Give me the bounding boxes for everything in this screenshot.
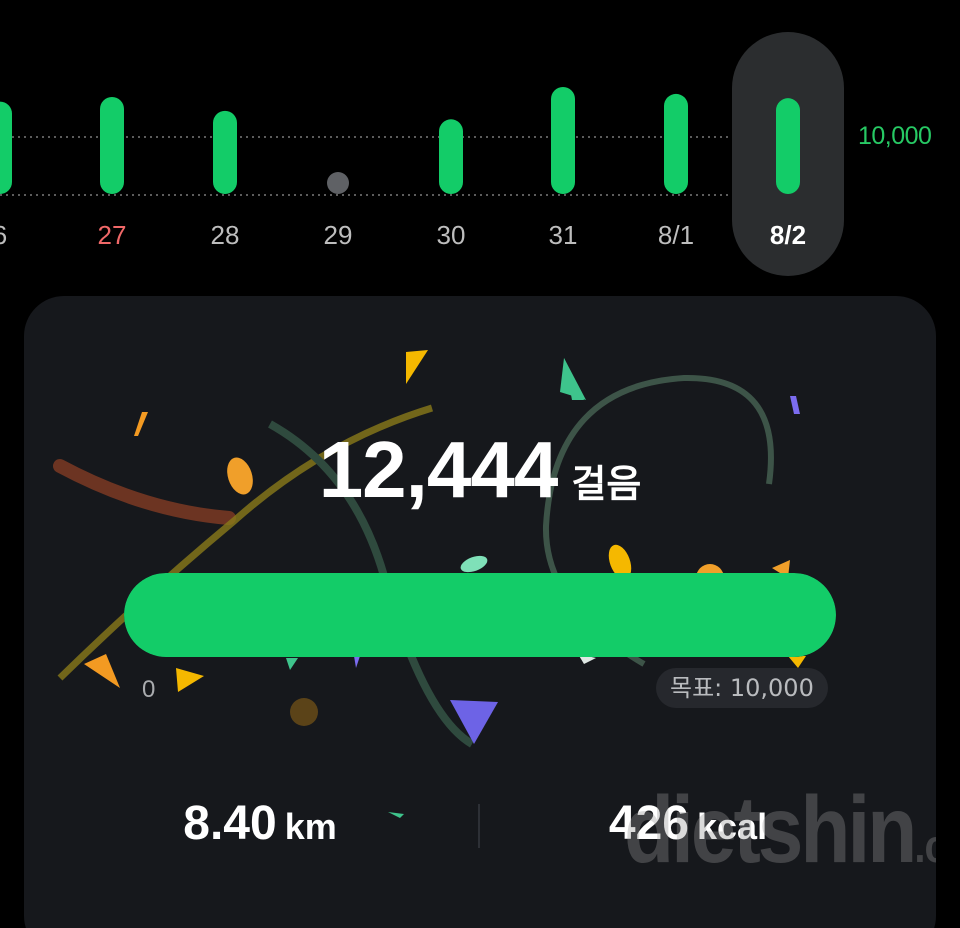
day-label[interactable]: 6 xyxy=(0,220,40,251)
steps-unit: 걸음 xyxy=(571,462,642,506)
calories-stat: 426 kcal xyxy=(468,796,908,851)
day-label[interactable]: 30 xyxy=(411,220,491,251)
distance-unit: km xyxy=(284,806,337,847)
calories-unit: kcal xyxy=(697,806,768,847)
goal-line-label: 10,000 xyxy=(858,122,932,150)
distance-stat: 8.40 km xyxy=(40,796,480,851)
steps-progress-fill xyxy=(124,573,836,657)
distance-value: 8.40 xyxy=(183,797,277,850)
day-label[interactable]: 31 xyxy=(523,220,603,251)
day-label[interactable]: 29 xyxy=(298,220,378,251)
steps-value: 12,444 xyxy=(318,425,559,514)
today-steps-card[interactable]: 12,444 걸음 0 목표: 10,000 8.40 km 426 kcal die… xyxy=(24,296,936,928)
weekly-steps-chart[interactable]: 6 27 28 29 30 31 8/1 8/2 10,000 xyxy=(0,0,960,290)
steps-progress-bar xyxy=(124,573,836,657)
calories-value: 426 xyxy=(608,797,689,850)
steps-total: 12,444 걸음 xyxy=(24,424,936,516)
day-label[interactable]: 8/2 xyxy=(748,220,828,251)
goal-pill: 목표: 10,000 xyxy=(656,668,828,708)
no-data-dot[interactable] xyxy=(327,172,349,194)
day-label[interactable]: 27 xyxy=(72,220,152,251)
day-label[interactable]: 28 xyxy=(185,220,265,251)
progress-min-label: 0 xyxy=(142,676,156,703)
steps-screen: 6 27 28 29 30 31 8/1 8/2 10,000 xyxy=(0,0,960,928)
day-label[interactable]: 8/1 xyxy=(636,220,716,251)
